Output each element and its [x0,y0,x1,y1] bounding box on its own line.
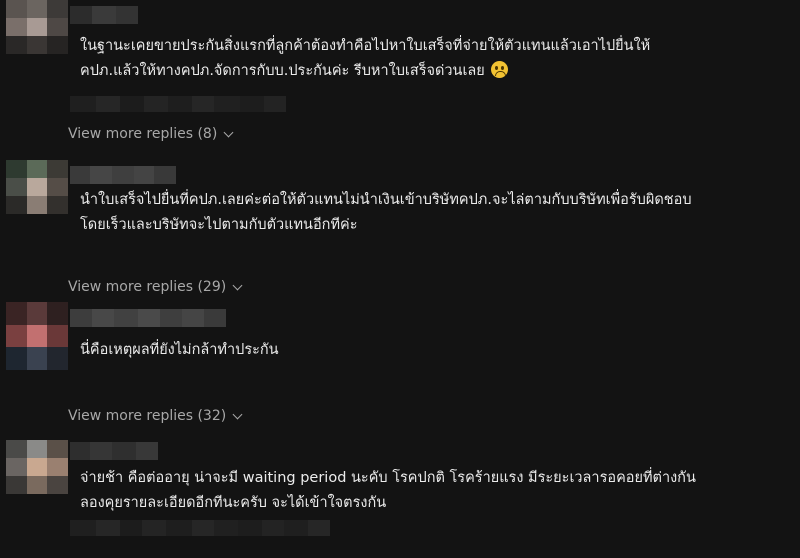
comment-text: นำใบเสร็จไปยื่นที่คปภ.เลยค่ะต่อให้ตัวแทน… [80,188,795,238]
comment-text-line1: นี่คือเหตุผลที่ยังไม่กล้าทำประกัน [80,342,279,358]
comment-text-line2: ลองคุยรายละเอียดอีกทีนะครับ จะได้เข้าใจต… [80,495,387,511]
view-more-replies-button[interactable]: View more replies (32) [68,405,243,427]
comment-text-line1: นำใบเสร็จไปยื่นที่คปภ.เลยค่ะต่อให้ตัวแทน… [80,192,692,208]
comment-text-line2: คปภ.แล้วให้ทางคปภ.จัดการกับบ.ประกันค่ะ ร… [80,63,485,79]
view-more-replies-button[interactable]: View more replies (29) [68,276,243,298]
comment-3: นี่คือเหตุผลที่ยังไม่กล้าทำประกัน View m… [0,302,800,432]
view-more-replies-label: View more replies (29) [68,279,227,295]
avatar[interactable] [6,160,68,214]
comment-2: นำใบเสร็จไปยื่นที่คปภ.เลยค่ะต่อให้ตัวแทน… [0,160,800,300]
author-name-blurred[interactable] [70,309,226,327]
comment-meta-blurred [70,96,286,112]
author-name-blurred[interactable] [70,442,158,460]
comment-text-line1: จ่ายช้า คือต่ออายุ น่าจะมี waiting perio… [80,470,696,486]
avatar[interactable] [6,302,68,370]
comment-4: จ่ายช้า คือต่ออายุ น่าจะมี waiting perio… [0,440,800,558]
comment-meta-blurred [70,520,330,536]
comment-text-line1: ในฐานะเคยขายประกันสิ่งแรกที่ลูกค้าต้องทำ… [80,38,651,54]
author-name-blurred[interactable] [70,166,176,184]
view-more-replies-label: View more replies (32) [68,408,227,424]
avatar[interactable] [6,0,68,54]
comment-text-line2: โดยเร็วและบริษัทจะไปตามกับตัวแทนอีกทีค่ะ [80,217,358,233]
frowning-face-icon [491,61,509,78]
view-more-replies-label: View more replies (8) [68,126,218,142]
chevron-down-icon [223,127,234,137]
comment-1: ในฐานะเคยขายประกันสิ่งแรกที่ลูกค้าต้องทำ… [0,0,800,150]
chevron-down-icon [232,280,243,290]
author-name-blurred[interactable] [70,6,138,24]
comment-text: จ่ายช้า คือต่ออายุ น่าจะมี waiting perio… [80,466,795,516]
comment-text: ในฐานะเคยขายประกันสิ่งแรกที่ลูกค้าต้องทำ… [80,34,795,84]
view-more-replies-button[interactable]: View more replies (8) [68,123,234,145]
chevron-down-icon [232,409,243,419]
comment-text: นี่คือเหตุผลที่ยังไม่กล้าทำประกัน [80,338,795,363]
avatar[interactable] [6,440,68,494]
